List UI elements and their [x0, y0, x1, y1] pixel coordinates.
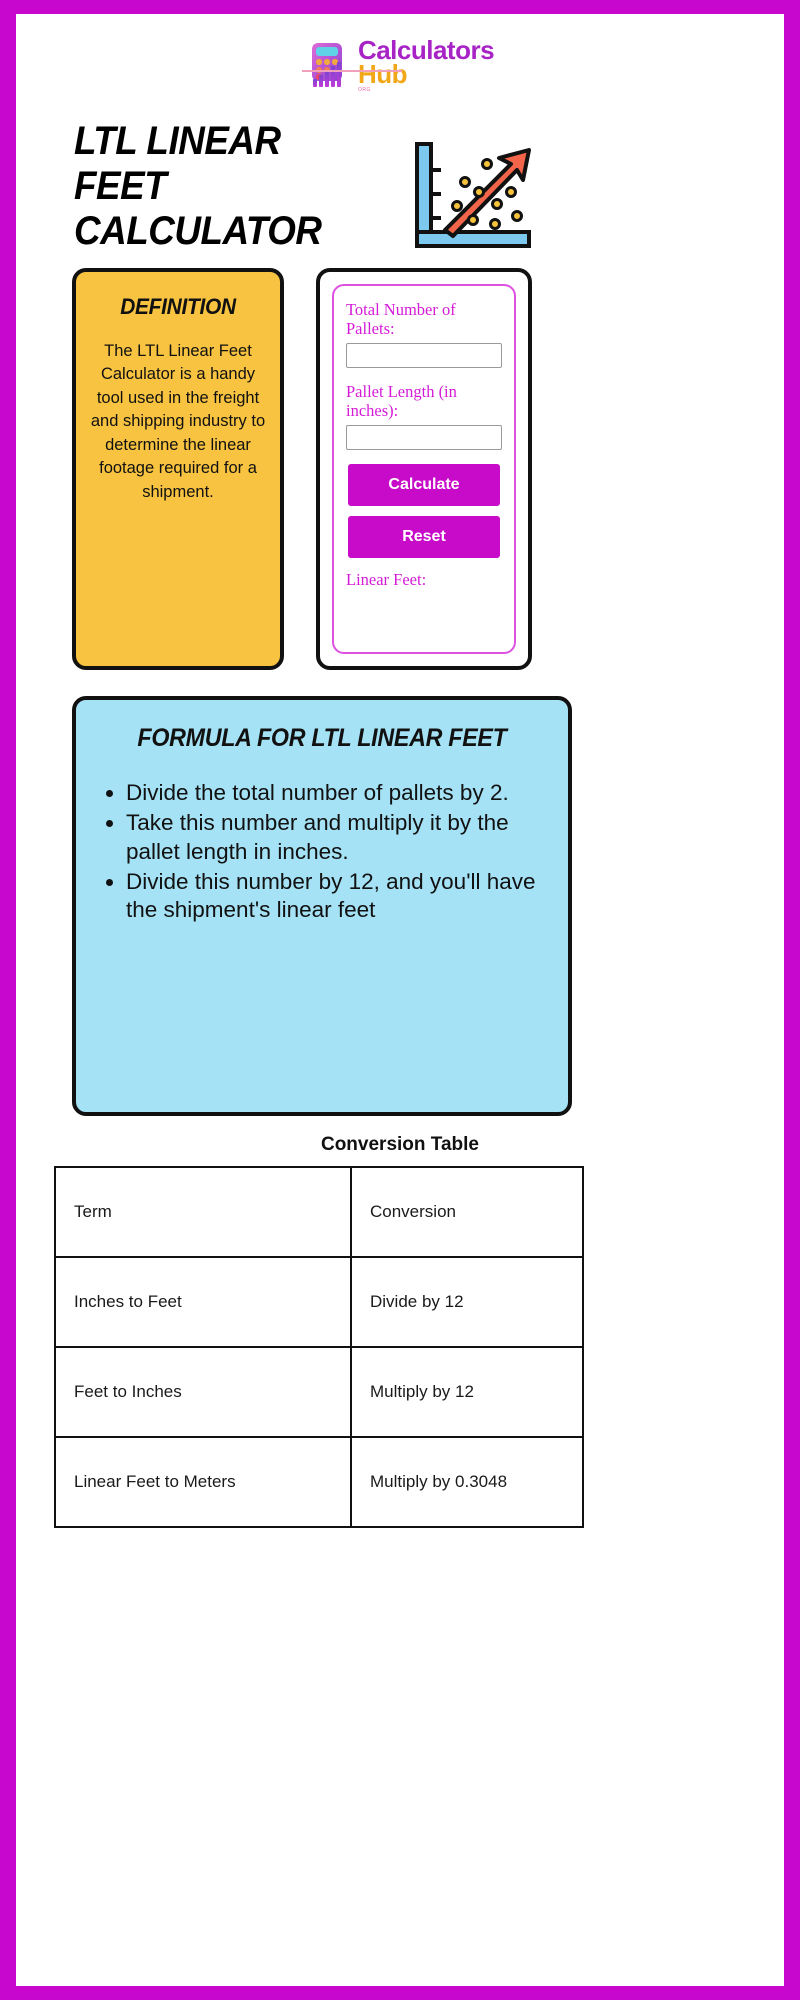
pallets-field-label: Total Number of Pallets:	[346, 300, 456, 339]
table-row: Linear Feet to Meters Multiply by 0.3048	[54, 1436, 584, 1528]
table-cell-term: Linear Feet to Meters	[54, 1436, 352, 1528]
brand-name-secondary: Hub	[357, 59, 408, 90]
calculate-button[interactable]: Calculate	[348, 463, 500, 506]
brand-logo[interactable]: Calculators Hub ORG	[16, 37, 784, 94]
formula-heading: Formula for LTL Linear Feet	[137, 724, 507, 752]
pallet-length-input[interactable]	[346, 424, 502, 450]
table-header-conversion: Conversion	[350, 1166, 584, 1258]
cards-row: Definition The LTL Linear Feet Calculato…	[72, 268, 572, 670]
pallets-input[interactable]	[346, 342, 502, 368]
conversion-table-title: Conversion Table	[320, 1134, 479, 1155]
table-header-term: Term	[54, 1166, 352, 1258]
page-title: LTL Linear Feet Calculator	[74, 119, 322, 253]
table-cell-term: Inches to Feet	[54, 1256, 352, 1348]
table-row: Inches to Feet Divide by 12	[54, 1256, 584, 1348]
pallet-length-field-label: Pallet Length (in inches):	[346, 381, 457, 421]
formula-step-list: Divide the total number of pallets by 2.…	[98, 779, 546, 925]
purple-page-frame: Calculators Hub ORG LTL Linear Feet Calc…	[0, 0, 800, 2000]
table-cell-term: Feet to Inches	[54, 1346, 352, 1438]
brand-underline	[302, 70, 402, 72]
brand-tagline: ORG	[357, 87, 371, 94]
table-cell-conversion: Multiply by 12	[350, 1346, 584, 1438]
scatter-plot-trend-arrow-icon	[415, 142, 531, 248]
linear-feet-result-label: Linear Feet:	[346, 569, 427, 589]
definition-card: Definition The LTL Linear Feet Calculato…	[72, 268, 284, 670]
calculator-panel: Total Number of Pallets: Pallet Length (…	[316, 268, 532, 670]
table-cell-conversion: Divide by 12	[350, 1256, 584, 1348]
definition-text: The LTL Linear Feet Calculator is a hand…	[90, 342, 266, 501]
formula-card: Formula for LTL Linear Feet Divide the t…	[72, 696, 572, 1116]
infographic-page: Calculators Hub ORG LTL Linear Feet Calc…	[16, 14, 784, 1986]
table-row: Term Conversion	[54, 1166, 584, 1258]
conversion-table: Term Conversion Inches to Feet Divide by…	[54, 1166, 584, 1528]
reset-button[interactable]: Reset	[348, 515, 500, 558]
table-row: Feet to Inches Multiply by 12	[54, 1346, 584, 1438]
definition-heading: Definition	[120, 294, 236, 319]
table-cell-conversion: Multiply by 0.3048	[350, 1436, 584, 1528]
calculator-bars-icon	[311, 43, 342, 88]
list-item: Divide the total number of pallets by 2.	[126, 779, 546, 807]
list-item: Take this number and multiply it by the …	[126, 809, 546, 866]
list-item: Divide this number by 12, and you'll hav…	[126, 868, 546, 925]
